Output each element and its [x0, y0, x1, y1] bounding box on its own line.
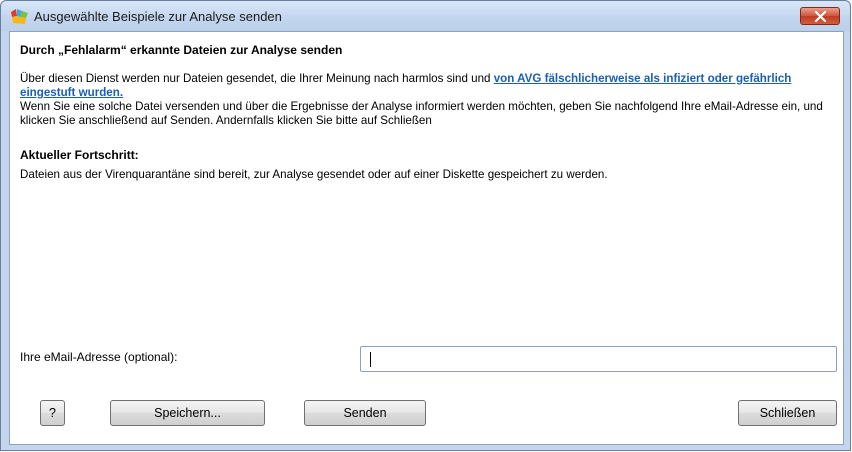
window-close-button[interactable]	[800, 7, 840, 25]
avg-logo-icon	[11, 9, 28, 24]
window-title: Ausgewählte Beispiele zur Analyse senden	[34, 9, 282, 24]
send-button[interactable]: Senden	[304, 400, 426, 426]
title-bar[interactable]: Ausgewählte Beispiele zur Analyse senden	[1, 1, 850, 31]
close-icon	[814, 11, 827, 22]
dialog-window: Ausgewählte Beispiele zur Analyse senden…	[0, 0, 851, 451]
help-button[interactable]: ?	[40, 400, 65, 426]
close-button[interactable]: Schließen	[738, 400, 837, 426]
save-button[interactable]: Speichern...	[110, 400, 265, 426]
progress-status-text: Dateien aus der Virenquarantäne sind ber…	[20, 168, 608, 181]
instructions-text: Wenn Sie eine solche Datei versenden und…	[20, 100, 823, 127]
text-caret	[370, 352, 371, 367]
email-label: Ihre eMail-Adresse (optional):	[20, 350, 178, 364]
email-input[interactable]	[360, 346, 837, 372]
description-text: Über diesen Dienst werden nur Dateien ge…	[20, 72, 494, 85]
progress-label: Aktueller Fortschritt:	[20, 148, 139, 162]
dialog-content: Durch „Fehlalarm“ erkannte Dateien zur A…	[9, 31, 844, 445]
dialog-heading: Durch „Fehlalarm“ erkannte Dateien zur A…	[20, 43, 343, 57]
description-paragraph: Über diesen Dienst werden nur Dateien ge…	[20, 72, 835, 128]
